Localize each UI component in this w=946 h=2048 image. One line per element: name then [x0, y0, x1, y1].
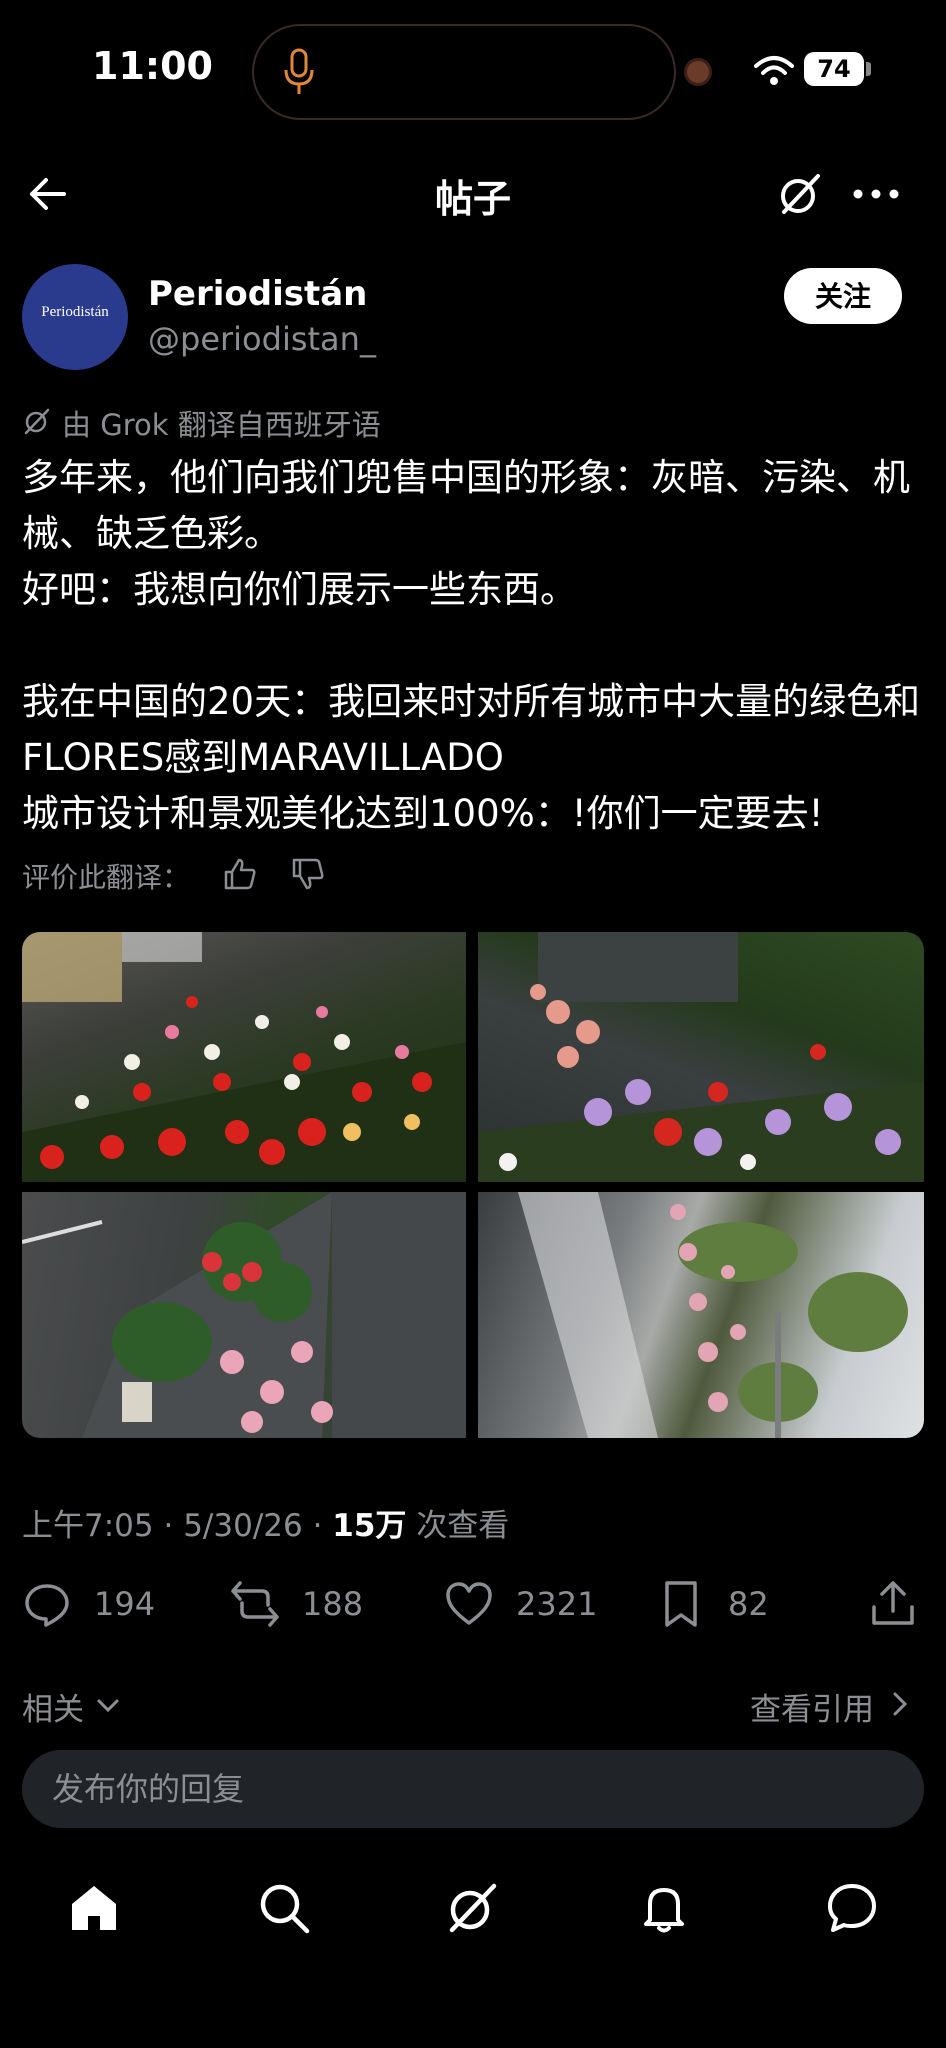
more-options-icon[interactable] [850, 180, 902, 208]
avatar[interactable]: Periodistán [22, 264, 128, 370]
heart-icon [446, 1582, 492, 1625]
repost-button[interactable]: 188 [230, 1578, 363, 1630]
views-label: 次查看 [416, 1508, 510, 1544]
rate-translation-label: 评价此翻译： [22, 861, 191, 894]
home-icon[interactable] [66, 1880, 122, 1936]
reply-icon [25, 1584, 69, 1627]
tweet-text: 多年来，他们向我们兜售中国的形象：灰暗、污染、机械、缺乏色彩。 好吧：我想向你们… [22, 450, 926, 842]
status-time: 11:00 [92, 44, 213, 88]
related-dropdown[interactable]: 相关 [22, 1684, 84, 1729]
bookmark-count: 82 [728, 1585, 769, 1623]
thumbs-down-icon[interactable] [290, 856, 326, 892]
reply-button[interactable]: 194 [22, 1578, 155, 1630]
tweet-photo-1[interactable] [22, 932, 466, 1182]
like-button[interactable]: 2321 [444, 1578, 597, 1630]
view-quotes-link[interactable]: 查看引用 [750, 1684, 874, 1729]
grok-icon[interactable] [776, 170, 824, 218]
tweet-photo-2[interactable] [478, 932, 924, 1182]
repost-count: 188 [302, 1585, 364, 1623]
meta-separator: · [163, 1508, 174, 1544]
like-count: 2321 [516, 1585, 598, 1623]
chevron-right-icon [893, 1692, 908, 1716]
battery-tip [866, 62, 871, 76]
reply-count: 194 [94, 1585, 156, 1623]
camera-indicator-icon [684, 58, 712, 86]
bookmark-icon [665, 1581, 697, 1627]
view-count[interactable]: 15万 [332, 1508, 406, 1544]
tweet-paragraph: 多年来，他们向我们兜售中国的形象：灰暗、污染、机械、缺乏色彩。 好吧：我想向你们… [22, 456, 910, 611]
repost-icon [231, 1581, 279, 1627]
microphone-icon [284, 48, 314, 94]
wifi-icon [754, 56, 794, 85]
share-icon [872, 1581, 914, 1625]
meta-separator: · [312, 1508, 323, 1544]
bookmark-button[interactable]: 82 [656, 1578, 769, 1630]
messages-icon[interactable] [824, 1880, 880, 1936]
share-button[interactable] [868, 1578, 918, 1630]
grok-small-icon [24, 408, 50, 435]
avatar-logo-text: Periodistán [41, 304, 109, 320]
reply-input[interactable]: 发布你的回复 [22, 1750, 924, 1828]
tweet-photo-3[interactable] [22, 1192, 466, 1438]
tweet-meta: 上午7:05 · 5/30/26 · 15万 次查看 [22, 1500, 509, 1545]
chevron-down-icon [97, 1699, 119, 1713]
author-display-name[interactable]: Periodistán [148, 274, 367, 314]
tweet-time: 上午7:05 [22, 1508, 154, 1544]
battery-icon: 74 [804, 52, 864, 86]
author-handle[interactable]: @periodistan_ [148, 320, 376, 358]
notifications-icon[interactable] [636, 1880, 692, 1936]
tweet-paragraph: 我在中国的20天：我回来时对所有城市中大量的绿色和FLORES感到MARAVIL… [22, 680, 921, 835]
follow-button[interactable]: 关注 [784, 268, 902, 324]
thumbs-up-icon[interactable] [222, 856, 258, 892]
search-icon[interactable] [256, 1880, 312, 1936]
tweet-date: 5/30/26 [183, 1508, 303, 1544]
tweet-photo-4[interactable] [478, 1192, 924, 1438]
grok-icon[interactable] [444, 1880, 500, 1936]
translation-note[interactable]: 由 Grok 翻译自西班牙语 [62, 402, 381, 444]
